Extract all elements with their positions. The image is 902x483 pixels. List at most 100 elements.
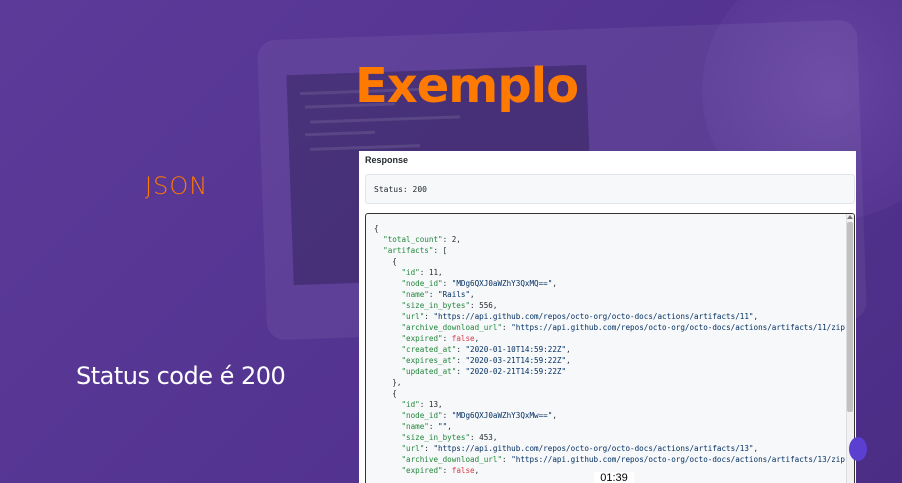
status-code-label: Status code é 200: [76, 362, 286, 390]
status-box: Status: 200: [365, 174, 855, 204]
code-token: "id": [401, 400, 420, 409]
code-token: :: [442, 279, 452, 288]
code-token: :: [502, 323, 512, 332]
code-token: "node_id": [401, 411, 443, 420]
code-token: "artifacts": [383, 246, 434, 255]
presentation-slide: Exemplo JSON Status code é 200 Response …: [0, 0, 902, 483]
code-token: ,: [753, 444, 759, 453]
response-body-code[interactable]: { "total_count": 2, "artifacts": [ { "id…: [365, 213, 855, 483]
code-token: :: [442, 466, 452, 475]
code-token: false: [451, 466, 475, 475]
code-token: "expired": [401, 334, 443, 343]
code-token: "https://api.github.com/repos/octo-org/o…: [511, 323, 850, 332]
code-line: "node_id": "MDg6QXJ0aWZhY3QxMQ==",: [374, 278, 842, 289]
code-token: {: [374, 257, 397, 266]
code-token: "name": [401, 290, 429, 299]
code-token: "archive_download_url": [401, 455, 503, 464]
code-line: "id": 13,: [374, 399, 842, 410]
code-token: : 556,: [470, 301, 498, 310]
code-token: : 11,: [419, 268, 443, 277]
code-token: ,: [474, 466, 480, 475]
code-token: :: [502, 455, 512, 464]
code-token: "name": [401, 422, 429, 431]
code-line: "url": "https://api.github.com/repos/oct…: [374, 311, 842, 322]
code-token: "expires_at": [401, 356, 457, 365]
code-token: ,: [566, 356, 571, 365]
code-line: "created_at": "2020-01-10T14:59:22Z",: [374, 344, 842, 355]
scrollbar-thumb[interactable]: [847, 222, 853, 412]
code-token: :: [428, 422, 439, 431]
code-line: {: [374, 223, 842, 234]
code-line: "archive_download_url": "https://api.git…: [374, 454, 849, 465]
code-line: "node_id": "MDg6QXJ0aWZhY3QxMw==",: [374, 410, 842, 421]
code-line: "expired": false,: [374, 333, 842, 344]
code-line: },: [374, 377, 842, 388]
code-line: "expires_at": "2020-03-21T14:59:22Z",: [374, 355, 842, 366]
code-token: "archive_download_url": [401, 323, 503, 332]
code-line: "id": 11,: [374, 267, 842, 278]
code-token: :: [442, 411, 452, 420]
code-line: {: [374, 388, 842, 399]
response-header: Response: [365, 155, 409, 165]
code-token: false: [451, 334, 475, 343]
code-line: "name": "",: [374, 421, 842, 432]
code-token: "https://api.github.com/repos/octo-org/o…: [433, 312, 754, 321]
code-line: "total_count": 2,: [374, 234, 842, 245]
code-token: "2020-02-21T14:59:22Z": [465, 367, 567, 376]
code-token: "id": [401, 268, 420, 277]
code-token: "https://api.github.com/repos/octo-org/o…: [511, 455, 850, 464]
slide-title: Exemplo: [355, 58, 579, 114]
code-token: : 453,: [470, 433, 498, 442]
code-line: "size_in_bytes": 556,: [374, 300, 842, 311]
code-token: "MDg6QXJ0aWZhY3QxMQ==": [451, 279, 553, 288]
code-token: "2020-01-10T14:59:22Z": [465, 345, 567, 354]
floating-action-button[interactable]: [849, 437, 867, 461]
json-code-block: { "total_count": 2, "artifacts": [ { "id…: [374, 223, 850, 476]
code-line: "artifacts": [: [374, 245, 842, 256]
code-token: ,: [474, 334, 480, 343]
code-line: "url": "https://api.github.com/repos/oct…: [374, 443, 842, 454]
code-token: "created_at": [401, 345, 457, 354]
code-token: "size_in_bytes": [401, 433, 471, 442]
code-token: ,: [447, 422, 452, 431]
code-line: {: [374, 256, 842, 267]
code-token: "updated_at": [401, 367, 457, 376]
code-token: "total_count": [383, 235, 443, 244]
code-token: },: [374, 378, 402, 387]
code-token: "node_id": [401, 279, 443, 288]
code-token: "Rails": [438, 290, 471, 299]
code-token: "expired": [401, 466, 443, 475]
code-token: : 2,: [442, 235, 461, 244]
code-token: ,: [566, 345, 571, 354]
code-line: "updated_at": "2020-02-21T14:59:22Z": [374, 366, 842, 377]
code-token: "2020-03-21T14:59:22Z": [465, 356, 567, 365]
scroll-up-arrow-icon[interactable]: [847, 215, 853, 219]
code-token: "url": [401, 312, 425, 321]
code-token: ,: [753, 312, 759, 321]
response-panel: Response Status: 200 { "total_count": 2,…: [359, 151, 856, 483]
code-token: "": [438, 422, 448, 431]
code-token: "MDg6QXJ0aWZhY3QxMw==": [451, 411, 553, 420]
json-label: JSON: [145, 172, 209, 200]
code-line: "archive_download_url": "https://api.git…: [374, 322, 849, 333]
code-token: ,: [470, 290, 475, 299]
code-token: :: [428, 290, 439, 299]
code-line: "name": "Rails",: [374, 289, 842, 300]
